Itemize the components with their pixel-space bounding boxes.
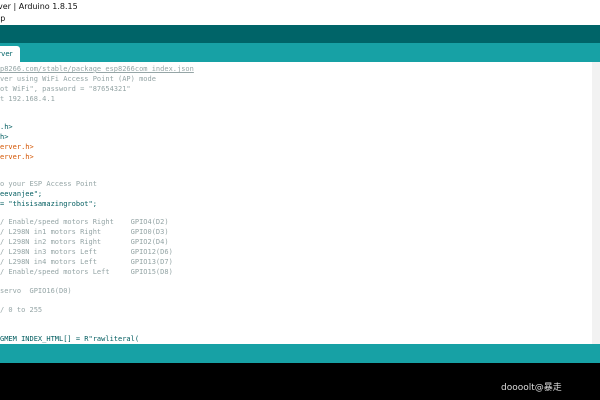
code-line: ver using WiFi Access Point (AP) mode: [0, 75, 156, 83]
code-line: erver.h>: [0, 143, 34, 151]
code-editor[interactable]: p8266.com/stable/package_esp8266com_inde…: [0, 62, 592, 344]
code-line: / L298N in3 motors Left GPIO12(D6): [0, 248, 173, 256]
console-area: [0, 363, 600, 400]
code-line: = "thisisamazingrobot";: [0, 200, 97, 208]
menu-item-help[interactable]: lp: [0, 13, 5, 25]
code-line: / L298N in4 motors Left GPIO13(D7): [0, 258, 173, 266]
code-line: o your ESP Access Point: [0, 180, 97, 188]
code-line: p8266.com/stable/package_esp8266com_inde…: [0, 65, 194, 73]
code-line: / L298N in1 motors Right GPIO0(D3): [0, 228, 169, 236]
tab-strip: erver: [0, 43, 600, 62]
code-line: .h>: [0, 123, 13, 131]
menu-bar: lp: [0, 13, 600, 25]
code-line: GMEM INDEX_HTML[] = R"rawliteral(: [0, 335, 140, 343]
code-line: ot WiFi", password = "87654321": [0, 85, 131, 93]
editor-scrollbar[interactable]: [592, 62, 600, 344]
toolbar: [0, 25, 600, 43]
code-line: / Enable/speed motors Left GPIO15(D8): [0, 268, 173, 276]
code-line: / 0 to 255: [0, 306, 43, 314]
watermark-text: doooolt@暴走: [501, 383, 562, 393]
window-title: ver | Arduino 1.8.15: [0, 2, 78, 11]
code-line: / L298N in2 motors Right GPIO2(D4): [0, 238, 169, 246]
code-line: h>: [0, 133, 9, 141]
window-title-bar: ver | Arduino 1.8.15: [0, 0, 600, 13]
code-line: eevanjee";: [0, 190, 43, 198]
tab-label: erver: [0, 50, 13, 58]
code-line: / Enable/speed motors Right GPIO4(D2): [0, 218, 169, 226]
code-line: t 192.168.4.1: [0, 95, 55, 103]
code-line: erver.h>: [0, 153, 34, 161]
status-bar: [0, 344, 600, 363]
code-line: servo GPIO16(D0): [0, 287, 72, 295]
tab-sketch[interactable]: erver: [0, 46, 20, 62]
